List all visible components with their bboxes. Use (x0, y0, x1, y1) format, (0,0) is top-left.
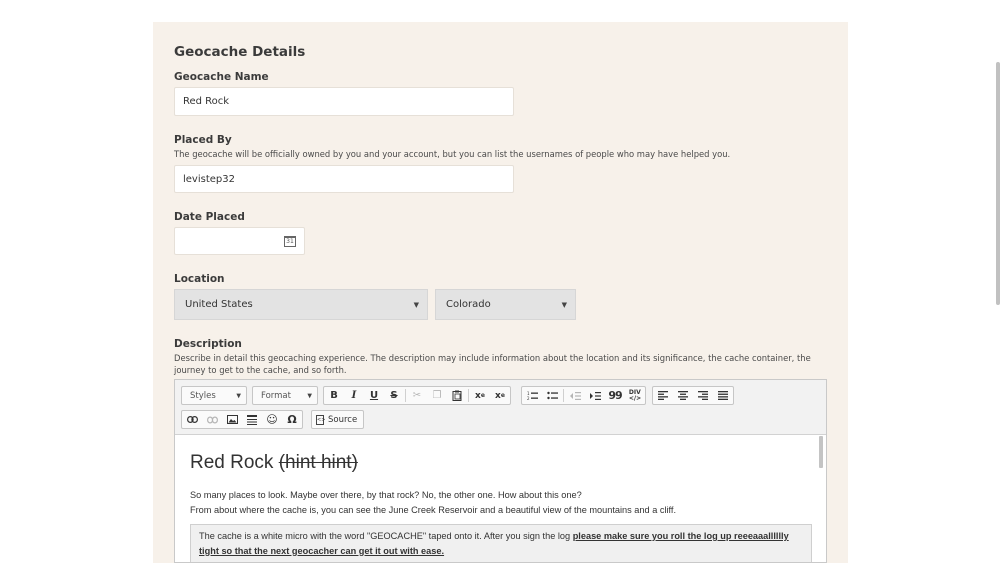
indent-icon[interactable] (585, 387, 605, 404)
strikethrough-button[interactable]: S (384, 387, 404, 404)
styles-dropdown[interactable]: Styles ▼ (181, 386, 247, 405)
hint-box: The cache is a white micro with the word… (190, 524, 812, 562)
underline-button[interactable]: U (364, 387, 384, 404)
description-help: Describe in detail this geocaching exper… (174, 352, 814, 376)
subscript-icon[interactable]: xe (470, 387, 490, 404)
source-label: Source (328, 414, 358, 425)
geocache-name-label: Geocache Name (174, 71, 269, 83)
link-icon[interactable] (182, 411, 202, 428)
placed-by-label: Placed By (174, 134, 232, 146)
placed-by-input[interactable]: levistep32 (174, 165, 514, 193)
chevron-down-icon: ▼ (561, 300, 567, 309)
chevron-down-icon: ▼ (236, 392, 241, 399)
paragraph-group: 12 99 DIV </> (521, 386, 646, 405)
country-select[interactable]: United States ▼ (174, 289, 428, 320)
editor-content-area[interactable]: Red Rock (hint hint) So many places to l… (175, 436, 826, 562)
geocache-name-input[interactable]: Red Rock (174, 87, 514, 116)
cut-icon[interactable]: ✂ (407, 387, 427, 404)
basic-styles-group: B I U S ✂ ❐ xe xe (323, 386, 511, 405)
styles-label: Styles (190, 390, 216, 401)
chevron-down-icon: ▼ (307, 392, 312, 399)
date-placed-input[interactable]: 31 (174, 227, 305, 255)
description-help-line1: Describe in detail this geocaching exper… (174, 353, 811, 363)
image-icon[interactable] (222, 411, 242, 428)
page-scrollbar[interactable] (996, 62, 1000, 305)
section-title: Geocache Details (174, 44, 306, 60)
content-heading: Red Rock (hint hint) (190, 452, 358, 474)
toolbar-separator (405, 389, 406, 402)
insert-group: ☺ Ω (181, 410, 303, 429)
table-icon[interactable] (242, 411, 262, 428)
content-paragraph-line1: So many places to look. Maybe over there… (190, 490, 582, 500)
align-center-icon[interactable] (673, 387, 693, 404)
bullet-list-icon[interactable] (542, 387, 562, 404)
alignment-group (652, 386, 734, 405)
italic-button[interactable]: I (344, 387, 364, 404)
content-heading-strikethrough: (hint hint) (278, 452, 358, 473)
description-editor: Styles ▼ Format ▼ B I U S ✂ ❐ xe xe 1 2 … (174, 379, 827, 563)
unlink-icon[interactable] (202, 411, 222, 428)
date-placed-label: Date Placed (174, 211, 245, 223)
chevron-down-icon: ▼ (413, 300, 419, 309)
superscript-icon[interactable]: xe (490, 387, 510, 404)
content-heading-text: Red Rock (190, 452, 274, 473)
outdent-icon[interactable] (565, 387, 585, 404)
editor-toolbar: Styles ▼ Format ▼ B I U S ✂ ❐ xe xe 1 2 … (175, 380, 826, 435)
smiley-icon[interactable]: ☺ (262, 411, 282, 428)
special-character-button[interactable]: Ω (282, 411, 302, 428)
toolbar-separator (468, 389, 469, 402)
calendar-icon[interactable]: 31 (284, 236, 296, 247)
source-code-icon: <> (316, 414, 326, 425)
placed-by-help: The geocache will be officially owned by… (174, 149, 731, 159)
location-label: Location (174, 273, 225, 285)
paste-icon[interactable] (447, 387, 467, 404)
geocache-details-panel: Geocache Details Geocache Name Red Rock … (153, 22, 848, 563)
editor-scrollbar[interactable] (819, 436, 823, 468)
align-justify-icon[interactable] (713, 387, 733, 404)
content-paragraph-line2: From about where the cache is, you can s… (190, 504, 677, 515)
state-value: Colorado (446, 299, 491, 310)
format-dropdown[interactable]: Format ▼ (252, 386, 318, 405)
svg-text:2: 2 (527, 396, 530, 401)
bold-button[interactable]: B (324, 387, 344, 404)
source-button[interactable]: <> Source (311, 410, 365, 429)
format-label: Format (261, 390, 291, 401)
align-right-icon[interactable] (693, 387, 713, 404)
country-value: United States (185, 299, 253, 310)
state-select[interactable]: Colorado ▼ (435, 289, 576, 320)
toolbar-separator (563, 389, 564, 402)
blockquote-button[interactable]: 99 (605, 387, 625, 404)
numbered-list-icon[interactable]: 12 (522, 387, 542, 404)
copy-icon[interactable]: ❐ (427, 387, 447, 404)
align-left-icon[interactable] (653, 387, 673, 404)
div-container-icon[interactable]: DIV </> (625, 387, 645, 404)
description-label: Description (174, 338, 242, 350)
hint-text: The cache is a white micro with the word… (199, 531, 573, 541)
content-paragraph: So many places to look. Maybe over there… (190, 488, 676, 517)
description-help-line2: journey to get to the cache, and so fort… (174, 365, 347, 375)
